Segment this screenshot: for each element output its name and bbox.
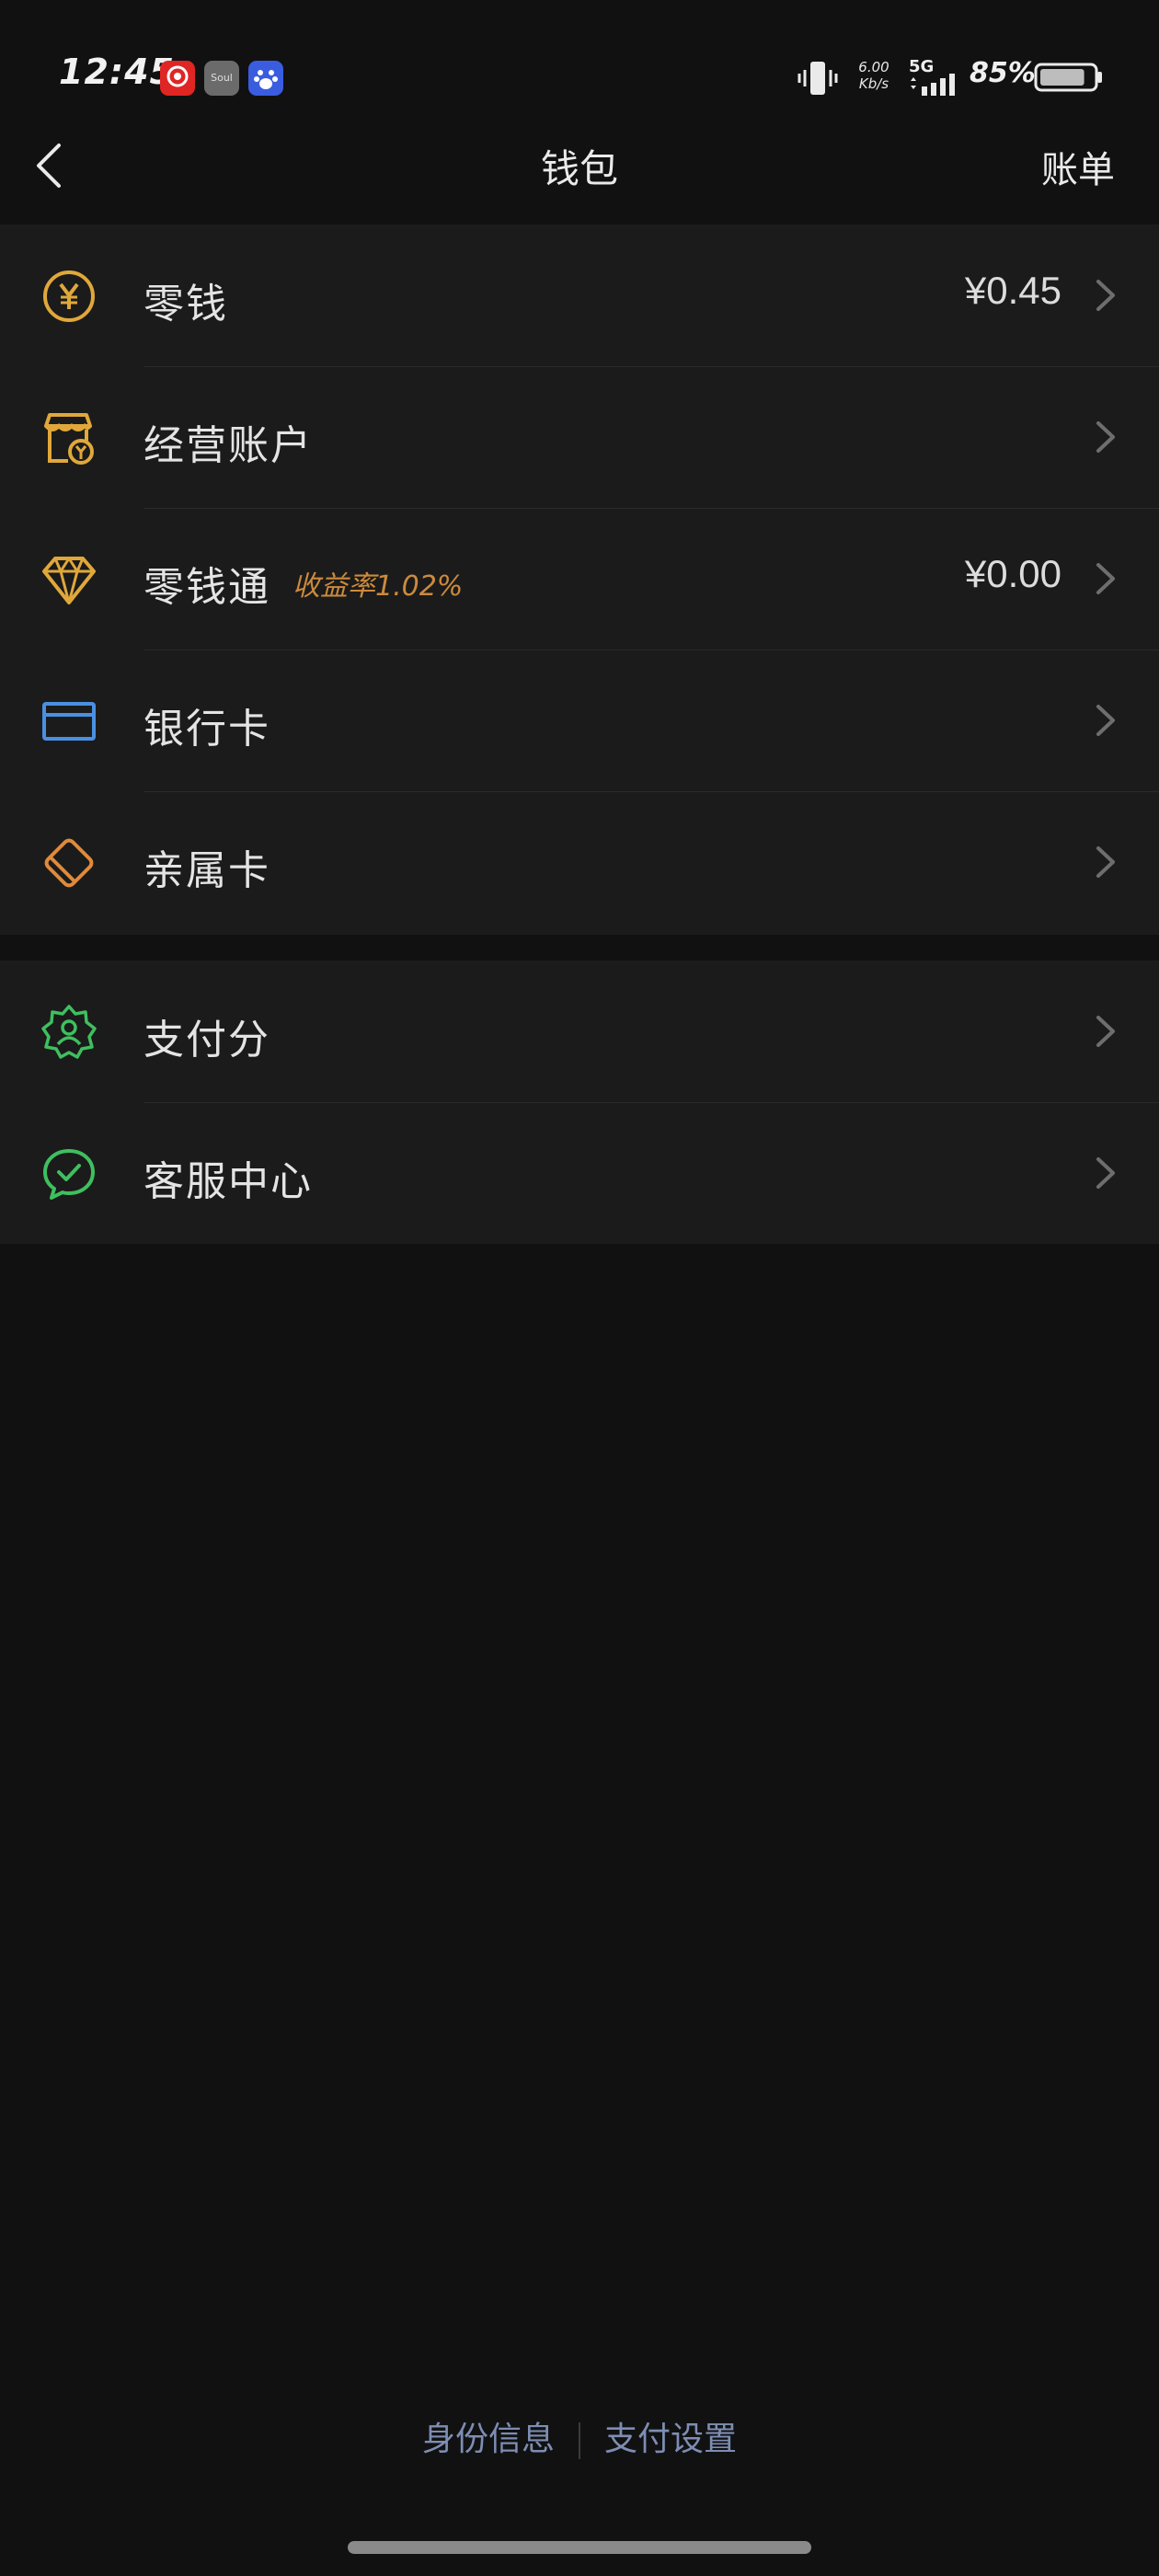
chevron-right-icon xyxy=(1096,280,1115,311)
bank-card-icon xyxy=(42,702,96,741)
list-item-label: 亲属卡 xyxy=(143,847,270,894)
home-indicator[interactable] xyxy=(348,2541,811,2554)
battery-icon xyxy=(1034,63,1102,92)
customer-service-icon xyxy=(43,1149,95,1200)
list-item-label: 客服中心 xyxy=(143,1158,313,1205)
list-item-family-card[interactable]: 亲属卡 xyxy=(0,791,1159,933)
status-bar: 12:45 Soul 6.00 Kb/s 5G 85% xyxy=(0,0,1159,120)
chevron-right-icon xyxy=(1096,563,1115,594)
list-item-change[interactable]: 零钱 ¥0.45 xyxy=(0,224,1159,366)
chevron-right-icon xyxy=(1096,1016,1115,1047)
pay-score-icon xyxy=(41,1005,97,1059)
list-item-label: 银行卡 xyxy=(143,706,270,753)
list-item-pay-score[interactable]: 支付分 xyxy=(0,960,1159,1102)
list-item-label: 经营账户 xyxy=(143,422,313,469)
soul-app-icon: Soul xyxy=(204,61,239,96)
balance-value: ¥0.00 xyxy=(964,552,1061,595)
page-title: 钱包 xyxy=(540,146,618,191)
family-card-icon xyxy=(44,838,94,888)
chevron-right-icon xyxy=(1096,1157,1115,1189)
list-item-customer-service[interactable]: 客服中心 xyxy=(0,1102,1159,1244)
chevron-right-icon xyxy=(1096,421,1115,453)
network-speed: 6.00 Kb/s xyxy=(854,59,894,92)
network-speed-unit: Kb/s xyxy=(858,75,889,92)
battery-percent: 85% xyxy=(970,57,1036,89)
payment-settings-link[interactable]: 支付设置 xyxy=(580,2412,761,2460)
bills-button[interactable]: 账单 xyxy=(1041,140,1115,193)
back-button[interactable] xyxy=(28,136,74,195)
list-item-label: 支付分 xyxy=(143,1017,270,1064)
baidu-app-icon xyxy=(248,61,283,96)
wallet-list-secondary: 支付分 客服中心 xyxy=(0,960,1159,1244)
identity-info-link[interactable]: 身份信息 xyxy=(398,2412,579,2460)
chevron-right-icon xyxy=(1096,705,1115,736)
chevron-left-icon xyxy=(37,144,61,188)
list-item-label: 零钱通 xyxy=(143,564,270,611)
balance-value: ¥0.45 xyxy=(964,269,1061,312)
chevron-right-icon xyxy=(1096,846,1115,878)
list-item-business-account[interactable]: 经营账户 xyxy=(0,366,1159,508)
status-time: 12:45 xyxy=(59,52,175,92)
shopping-app-icon xyxy=(160,61,195,96)
yuan-coin-icon xyxy=(43,270,95,322)
diamond-icon xyxy=(42,557,96,604)
network-speed-value: 6.00 xyxy=(858,59,889,75)
vibrate-icon xyxy=(798,62,838,95)
list-item-bank-card[interactable]: 银行卡 xyxy=(0,650,1159,791)
yield-rate-badge: 收益率1.02% xyxy=(293,570,464,603)
signal-icon xyxy=(911,74,955,96)
list-item-label: 零钱 xyxy=(143,281,228,328)
list-item-lingqiantong[interactable]: 零钱通 收益率1.02% ¥0.00 xyxy=(0,508,1159,650)
store-icon xyxy=(44,413,94,465)
wallet-list-primary: 零钱 ¥0.45 经营账户 零钱通 收益率1.02% ¥0.00 银行卡 亲属卡 xyxy=(0,224,1159,935)
footer-links: 身份信息 支付设置 xyxy=(0,2412,1159,2460)
